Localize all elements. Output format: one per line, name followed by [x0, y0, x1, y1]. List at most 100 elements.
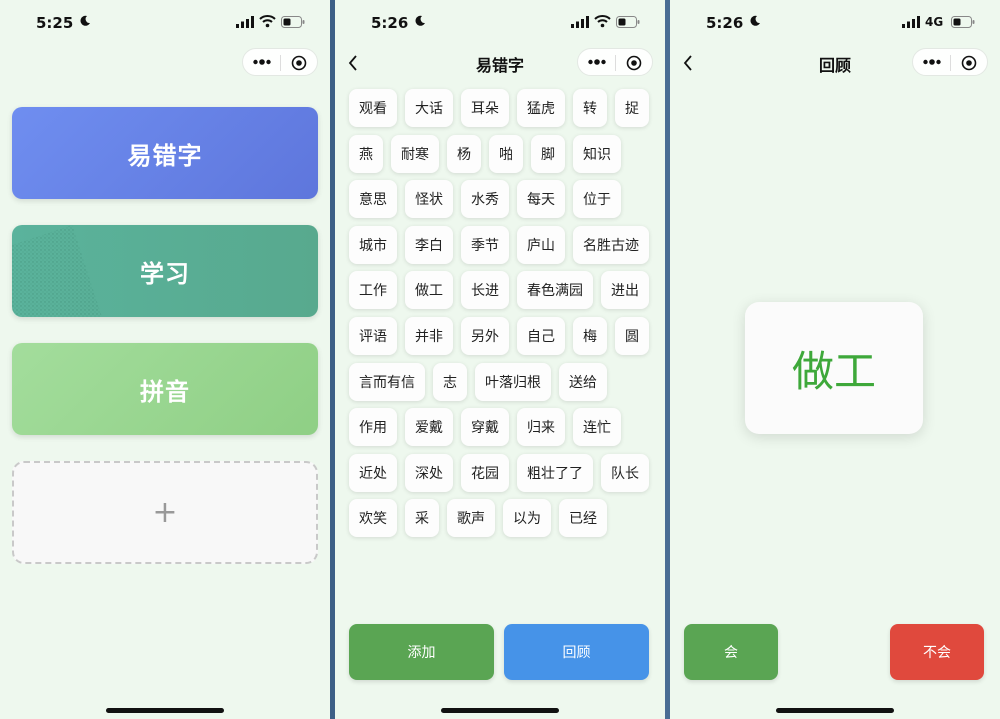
- home-indicator: [776, 708, 894, 713]
- flashcard-word: 做工: [791, 346, 876, 396]
- card-label: 易错字: [127, 141, 203, 170]
- word-chip[interactable]: 杨: [447, 134, 481, 173]
- word-chip[interactable]: 自己: [517, 316, 565, 355]
- word-chip[interactable]: 连忙: [573, 408, 621, 447]
- card-label: 学习: [140, 259, 190, 288]
- moon-icon: [750, 15, 760, 26]
- status-bar: 5:26: [335, 0, 665, 44]
- word-chip[interactable]: 庐山: [517, 225, 565, 264]
- capsule-divider: [615, 55, 616, 71]
- word-list-screen: 5:26 易错字 观看 大话 耳朵 猛虎转捉燕耐寒杨啪脚知识 意思 怪状 水秀 每天 位于 城市李…: [335, 0, 665, 719]
- wifi-icon: [594, 15, 611, 28]
- flashcard[interactable]: 做工: [745, 302, 923, 434]
- word-chip[interactable]: 转: [573, 89, 607, 127]
- word-chip[interactable]: 欢笑: [349, 499, 397, 538]
- category-card-mistake-words[interactable]: 易错字: [12, 107, 318, 199]
- review-button[interactable]: 回顾: [504, 624, 649, 680]
- battery-icon: [281, 16, 305, 28]
- word-chip[interactable]: 每天: [517, 180, 565, 219]
- wifi-icon: [259, 15, 276, 28]
- word-chip-list: 观看 大话 耳朵 猛虎转捉燕耐寒杨啪脚知识意思 怪状 水秀 每天 位于城市 李白 季节 庐山 名胜古迹…: [349, 89, 655, 545]
- word-chip[interactable]: 歌声: [447, 499, 495, 538]
- word-chip[interactable]: 花园: [461, 453, 509, 492]
- word-chip[interactable]: 评语: [349, 316, 397, 355]
- more-dots-icon[interactable]: [588, 55, 606, 69]
- signal-icon: [902, 16, 920, 28]
- word-chip[interactable]: 深处: [405, 453, 453, 492]
- signal-icon: [236, 16, 254, 28]
- battery-icon: [951, 16, 975, 28]
- word-chip[interactable]: 圆: [615, 316, 649, 355]
- word-chip[interactable]: 叶落归根: [475, 362, 551, 401]
- capsule-divider: [280, 55, 281, 71]
- word-chip[interactable]: 送给: [559, 362, 607, 401]
- category-card-study[interactable]: 学习: [12, 225, 318, 317]
- word-chip[interactable]: 位于: [573, 180, 621, 219]
- word-chip[interactable]: 脚: [531, 134, 565, 173]
- word-chip[interactable]: 言而有信: [349, 362, 425, 401]
- word-chip[interactable]: 啪: [489, 134, 523, 173]
- word-chip[interactable]: 近处: [349, 453, 397, 492]
- word-chip[interactable]: 已经: [559, 499, 607, 538]
- status-bar: 5:26 4G: [670, 0, 1000, 44]
- word-chip[interactable]: 猛虎: [517, 89, 565, 127]
- word-chip[interactable]: 观看: [349, 89, 397, 127]
- word-chip[interactable]: 长进: [461, 271, 509, 310]
- home-indicator: [106, 708, 224, 713]
- miniprogram-capsule: [912, 48, 988, 76]
- status-bar: 5:25: [0, 0, 330, 44]
- more-dots-icon[interactable]: [923, 55, 941, 69]
- word-chip[interactable]: 耳朵: [461, 89, 509, 127]
- word-chip[interactable]: 知识: [573, 134, 621, 173]
- word-chip[interactable]: 做工: [405, 271, 453, 310]
- more-dots-icon[interactable]: [253, 55, 271, 69]
- word-chip[interactable]: 季节: [461, 225, 509, 264]
- status-time: 5:25: [36, 14, 74, 32]
- word-chip[interactable]: 意思: [349, 180, 397, 219]
- capsule-divider: [950, 55, 951, 71]
- miniprogram-capsule: [242, 48, 318, 76]
- review-screen: 5:26 4G 回顾 做工 会 不会: [670, 0, 1000, 719]
- word-chip[interactable]: 另外: [461, 316, 509, 355]
- word-chip[interactable]: 志: [433, 362, 467, 401]
- word-chip[interactable]: 春色满园: [517, 271, 593, 310]
- add-button[interactable]: 添加: [349, 624, 494, 680]
- word-chip[interactable]: 归来: [517, 408, 565, 447]
- miniprogram-capsule: [577, 48, 653, 76]
- category-card-pinyin[interactable]: 拼音: [12, 343, 318, 435]
- word-chip[interactable]: 李白: [405, 225, 453, 264]
- word-chip[interactable]: 梅: [573, 316, 607, 355]
- dont-know-button[interactable]: 不会: [890, 624, 984, 680]
- know-button[interactable]: 会: [684, 624, 778, 680]
- plus-icon: +: [152, 495, 178, 530]
- word-chip[interactable]: 进出: [601, 271, 649, 310]
- word-chip[interactable]: 工作: [349, 271, 397, 310]
- battery-icon: [616, 16, 640, 28]
- word-chip[interactable]: 穿戴: [461, 408, 509, 447]
- word-chip[interactable]: 捉: [615, 89, 649, 127]
- word-chip[interactable]: 怪状: [405, 180, 453, 219]
- add-category-button[interactable]: +: [12, 461, 318, 564]
- word-chip[interactable]: 大话: [405, 89, 453, 127]
- word-chip[interactable]: 队长: [601, 453, 649, 492]
- record-icon[interactable]: [961, 55, 977, 71]
- network-type: 4G: [925, 15, 944, 29]
- word-chip[interactable]: 采: [405, 499, 439, 538]
- word-chip[interactable]: 耐寒: [391, 134, 439, 173]
- word-chip[interactable]: 名胜古迹: [573, 225, 649, 264]
- word-chip[interactable]: 粗壮了了: [517, 453, 593, 492]
- word-chip[interactable]: 作用: [349, 408, 397, 447]
- word-chip[interactable]: 以为: [503, 499, 551, 538]
- word-chip[interactable]: 并非: [405, 316, 453, 355]
- moon-icon: [80, 15, 90, 26]
- home-indicator: [441, 708, 559, 713]
- record-icon[interactable]: [291, 55, 307, 71]
- home-screen: 5:25 易错字 学习 拼音 +: [0, 0, 330, 719]
- word-chip[interactable]: 城市: [349, 225, 397, 264]
- card-texture: [12, 225, 102, 317]
- word-chip[interactable]: 水秀: [461, 180, 509, 219]
- word-chip[interactable]: 燕: [349, 134, 383, 173]
- status-time: 5:26: [371, 14, 409, 32]
- record-icon[interactable]: [626, 55, 642, 71]
- word-chip[interactable]: 爱戴: [405, 408, 453, 447]
